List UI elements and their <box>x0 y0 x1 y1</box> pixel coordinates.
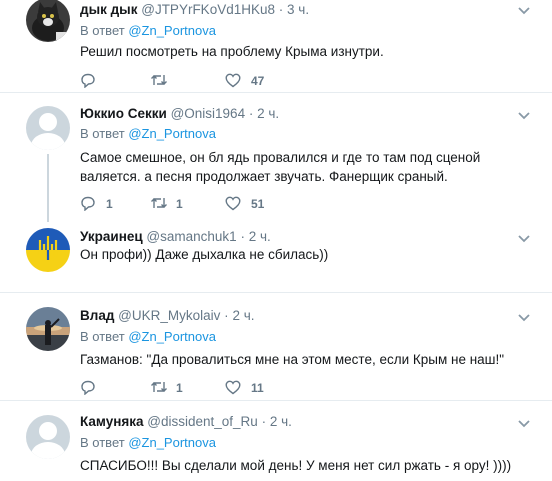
caret-down-icon[interactable] <box>518 109 532 121</box>
like-icon <box>225 73 241 88</box>
reply-icon <box>81 380 95 395</box>
tweet-actions: 1 1 51 <box>80 195 320 213</box>
like-count: 47 <box>251 74 265 88</box>
avatar-default[interactable] <box>26 415 70 459</box>
thread-connector <box>47 154 49 222</box>
reply-count: 1 <box>106 197 113 211</box>
user-handle[interactable]: @samanchuk1 <box>146 229 236 244</box>
like-count: 51 <box>251 197 265 211</box>
tweet-3[interactable]: Украинец @samanchuk1 · 2 ч. Он профи)) Д… <box>0 224 552 292</box>
separator-dot: · <box>261 414 267 429</box>
reply-icon <box>81 73 95 88</box>
separator-dot: · <box>278 2 284 17</box>
like-count: 11 <box>251 381 264 395</box>
caret-down-icon[interactable] <box>518 417 532 429</box>
reply-context: В ответ @Zn_Portnova <box>80 434 216 451</box>
timestamp[interactable]: 3 ч. <box>287 2 309 17</box>
caret-down-icon[interactable] <box>518 311 532 323</box>
tweet-4[interactable]: Влад @UKR_Mykolaiv · 2 ч. В ответ @Zn_Po… <box>0 293 552 400</box>
reply-prefix: В ответ <box>80 329 125 344</box>
display-name[interactable]: Камуняка <box>80 414 144 429</box>
user-handle[interactable]: @dissident_of_Ru <box>147 414 258 429</box>
tweet-header: Юккио Секки @Onisi1964 · 2 ч. <box>80 105 279 122</box>
like-icon <box>225 196 241 211</box>
reply-to-link[interactable]: @Zn_Portnova <box>128 126 216 141</box>
reply-prefix: В ответ <box>80 23 125 38</box>
tweet-text: Самое смешное, он бл ядь провалился и гд… <box>80 150 481 184</box>
avatar-ukraine-trident[interactable] <box>26 228 70 272</box>
separator-dot: · <box>248 106 254 121</box>
avatar-cat[interactable] <box>26 0 70 42</box>
reply-icon <box>81 196 95 211</box>
reply-context: В ответ @Zn_Portnova <box>80 22 216 39</box>
retweet-icon <box>151 198 167 208</box>
display-name[interactable]: дык дык <box>80 2 137 17</box>
like-icon <box>225 380 241 395</box>
timestamp[interactable]: 2 ч. <box>249 229 271 244</box>
timestamp[interactable]: 2 ч. <box>270 414 292 429</box>
reply-prefix: В ответ <box>80 126 125 141</box>
user-handle[interactable]: @Onisi1964 <box>171 106 246 121</box>
tweet-actions: 47 <box>80 72 320 90</box>
tweet-text: Решил посмотреть на проблему Крыма изнут… <box>80 44 384 59</box>
tweet-header: дык дык @JTPYrFKoVd1HKu8 · 3 ч. <box>80 1 309 18</box>
tweet-header: Влад @UKR_Mykolaiv · 2 ч. <box>80 307 254 324</box>
avatar-default[interactable] <box>26 106 70 150</box>
tweet-header: Украинец @samanchuk1 · 2 ч. <box>80 228 271 245</box>
reply-to-link[interactable]: @Zn_Portnova <box>128 435 216 450</box>
reply-to-link[interactable]: @Zn_Portnova <box>128 23 216 38</box>
separator-dot: · <box>240 229 245 244</box>
separator-dot: · <box>224 308 229 323</box>
tweet-2[interactable]: Юккио Секки @Onisi1964 · 2 ч. В ответ @Z… <box>0 93 552 223</box>
caret-down-icon[interactable] <box>518 232 532 244</box>
tweet-5[interactable]: Камуняка @dissident_of_Ru · 2 ч. В ответ… <box>0 401 552 481</box>
user-handle[interactable]: @UKR_Mykolaiv <box>118 308 220 323</box>
tweet-header: Камуняка @dissident_of_Ru · 2 ч. <box>80 413 292 430</box>
tweet-text: Газманов: "Да провалиться мне на этом ме… <box>80 352 505 367</box>
tweet-text: Он профи)) Даже дыхалка не сбилась)) <box>80 247 329 262</box>
tweet-1[interactable]: дык дык @JTPYrFKoVd1HKu8 · 3 ч. В ответ … <box>0 0 552 92</box>
retweet-icon <box>151 75 167 85</box>
retweet-count: 1 <box>176 381 183 395</box>
user-handle[interactable]: @JTPYrFKoVd1HKu8 <box>141 2 275 17</box>
tweet-text: СПАСИБО!!! Вы сделали мой день! У меня н… <box>80 458 512 473</box>
timestamp[interactable]: 2 ч. <box>232 308 254 323</box>
display-name[interactable]: Юккио Секки <box>80 106 167 121</box>
avatar-photo[interactable] <box>26 307 70 351</box>
reply-prefix: В ответ <box>80 435 125 450</box>
retweet-count: 1 <box>176 197 183 211</box>
timestamp[interactable]: 2 ч. <box>257 106 279 121</box>
tweet-actions: 1 11 <box>80 379 320 397</box>
reply-context: В ответ @Zn_Portnova <box>80 125 216 142</box>
reply-context: В ответ @Zn_Portnova <box>80 328 216 345</box>
caret-down-icon[interactable] <box>518 4 532 16</box>
retweet-icon <box>151 382 167 392</box>
reply-to-link[interactable]: @Zn_Portnova <box>128 329 216 344</box>
display-name[interactable]: Украинец <box>80 229 143 244</box>
display-name[interactable]: Влад <box>80 308 114 323</box>
